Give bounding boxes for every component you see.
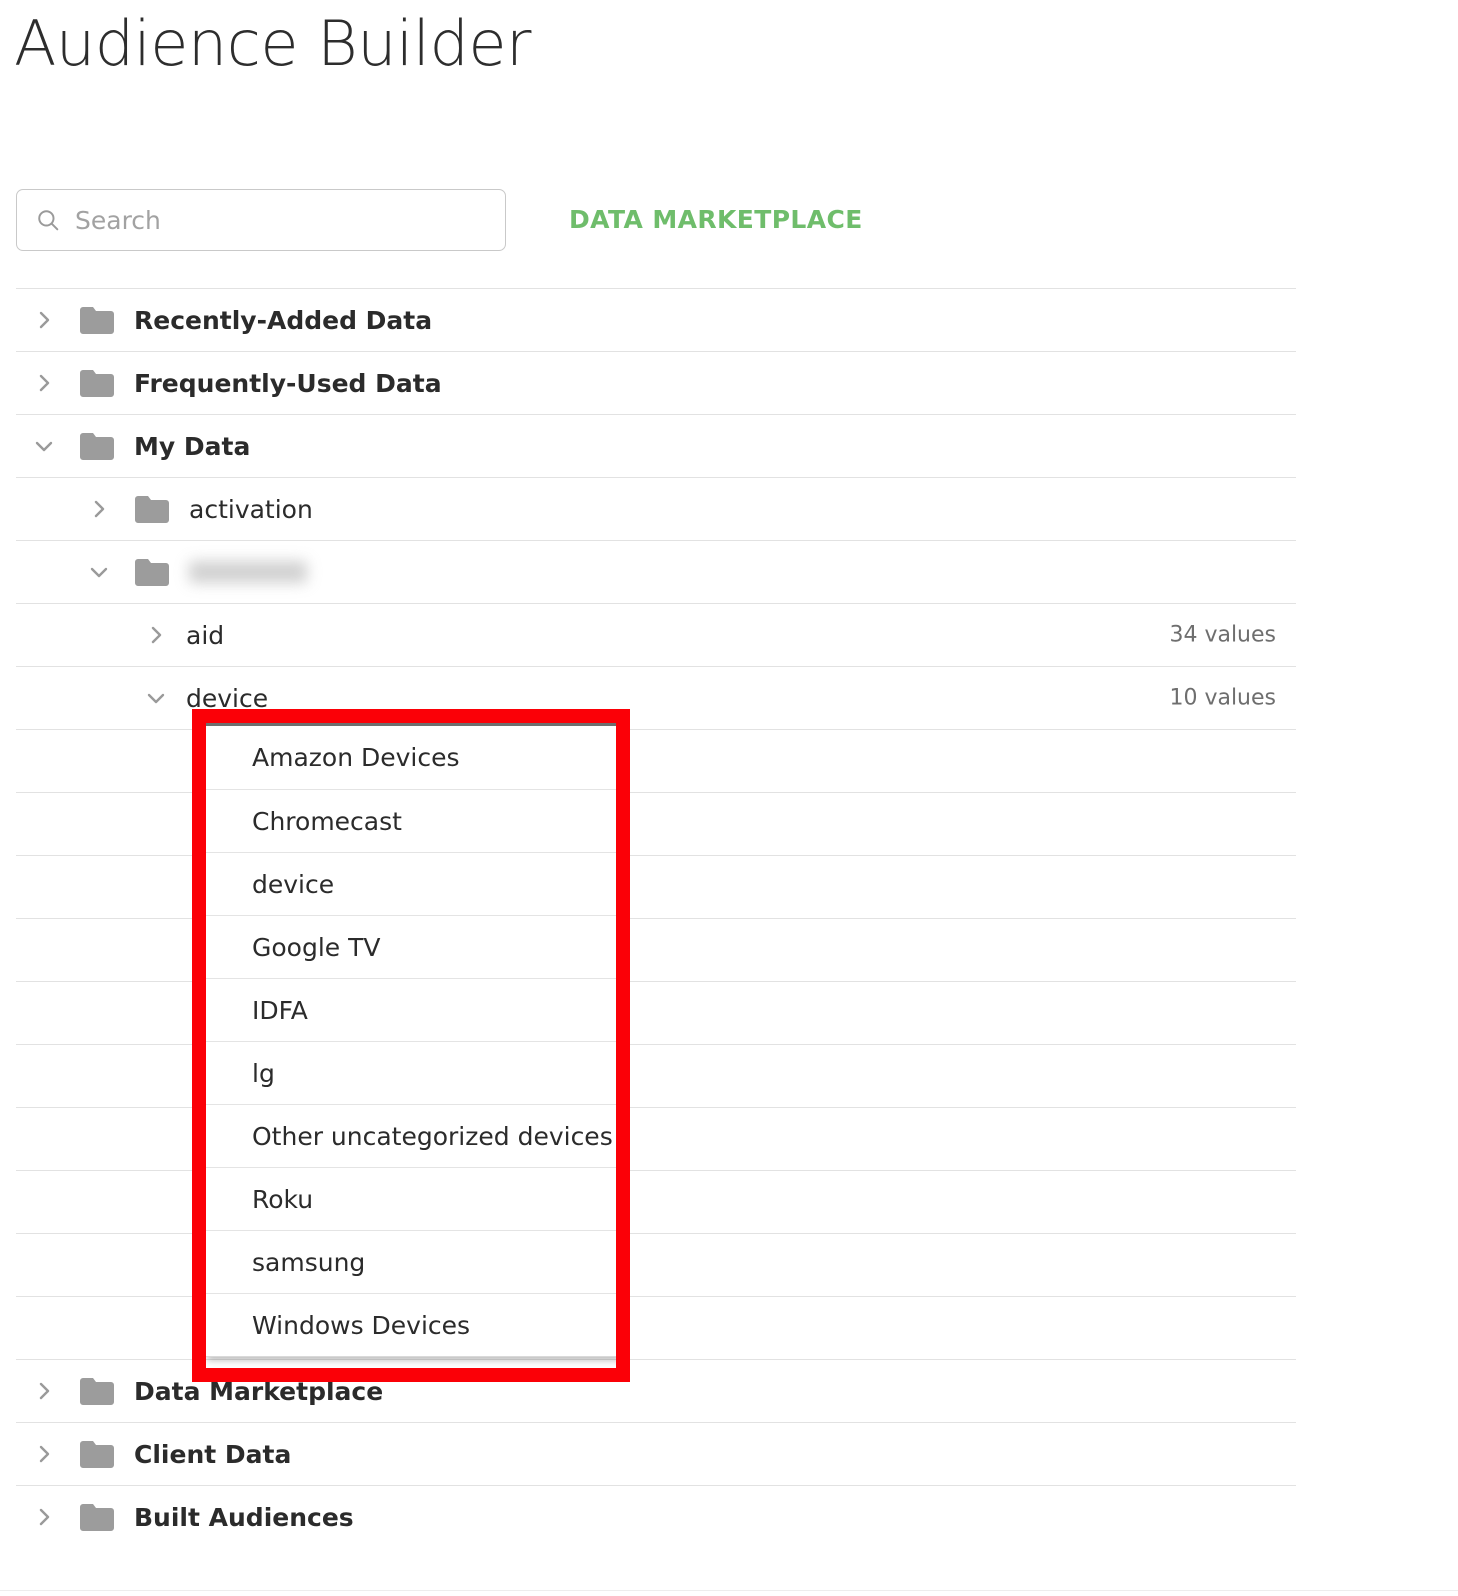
folder-icon <box>80 307 114 334</box>
device-value-item[interactable]: lg <box>206 1041 617 1104</box>
page-title: Audience Builder <box>14 7 532 80</box>
tree-row-label: aid <box>186 620 225 650</box>
chevron-right-icon[interactable] <box>32 371 56 395</box>
chevron-down-icon[interactable] <box>32 434 56 458</box>
folder-icon <box>135 496 169 523</box>
tree-row[interactable]: aid 34 values <box>16 603 1296 666</box>
folder-icon <box>80 1378 114 1405</box>
tree-row-label: Recently-Added Data <box>134 305 433 335</box>
tree-row[interactable]: My Data <box>16 414 1296 477</box>
tree-row[interactable]: activation <box>16 477 1296 540</box>
chevron-right-icon[interactable] <box>32 1442 56 1466</box>
tree-row[interactable]: Client Data <box>16 1422 1296 1485</box>
folder-icon <box>80 1504 114 1531</box>
folder-icon <box>80 1441 114 1468</box>
data-marketplace-link[interactable]: DATA MARKETPLACE <box>569 193 863 247</box>
tree-row[interactable]: Built Audiences <box>16 1485 1296 1548</box>
tree-row-label: My Data <box>134 431 251 461</box>
folder-icon <box>80 433 114 460</box>
chevron-down-icon[interactable] <box>87 560 111 584</box>
device-value-item[interactable]: Chromecast <box>206 789 617 852</box>
search-input[interactable] <box>75 205 465 235</box>
device-value-item[interactable]: Amazon Devices <box>206 726 617 789</box>
tree-row[interactable] <box>16 540 1296 603</box>
tree-row[interactable]: Frequently-Used Data <box>16 351 1296 414</box>
device-value-item[interactable]: device <box>206 852 617 915</box>
device-value-item[interactable]: Roku <box>206 1167 617 1230</box>
tree-row-count: 10 values <box>1169 685 1276 711</box>
device-values-panel: Amazon Devices Chromecast device Google … <box>205 722 618 1357</box>
search-box[interactable] <box>16 189 506 251</box>
folder-icon <box>80 370 114 397</box>
tree-row[interactable]: Data Marketplace <box>16 1359 1296 1422</box>
search-icon <box>38 210 59 231</box>
chevron-right-icon[interactable] <box>32 308 56 332</box>
toolbar: DATA MARKETPLACE <box>0 189 1458 251</box>
redacted-folder-name <box>189 561 307 583</box>
chevron-right-icon[interactable] <box>32 1379 56 1403</box>
tree-row-count: 34 values <box>1169 622 1276 648</box>
tree-row-label: activation <box>189 494 313 524</box>
device-value-item[interactable]: IDFA <box>206 978 617 1041</box>
device-value-item[interactable]: Windows Devices <box>206 1293 617 1356</box>
tree-row-label: Built Audiences <box>134 1502 354 1532</box>
tree-row[interactable]: Recently-Added Data <box>16 288 1296 351</box>
page-bottom-divider <box>0 1590 1458 1591</box>
tree-row[interactable]: device 10 values <box>16 666 1296 729</box>
chevron-right-icon[interactable] <box>87 497 111 521</box>
tree-row-label: Data Marketplace <box>134 1376 384 1406</box>
tree-row-label: device <box>186 683 269 713</box>
tree-row-label: Client Data <box>134 1439 292 1469</box>
chevron-down-icon[interactable] <box>144 686 168 710</box>
chevron-right-icon[interactable] <box>32 1505 56 1529</box>
device-value-item[interactable]: Google TV <box>206 915 617 978</box>
device-value-item[interactable]: Other uncategorized devices <box>206 1104 617 1167</box>
chevron-right-icon[interactable] <box>144 623 168 647</box>
device-value-item[interactable]: samsung <box>206 1230 617 1293</box>
folder-icon <box>135 559 169 586</box>
tree-row-label: Frequently-Used Data <box>134 368 442 398</box>
